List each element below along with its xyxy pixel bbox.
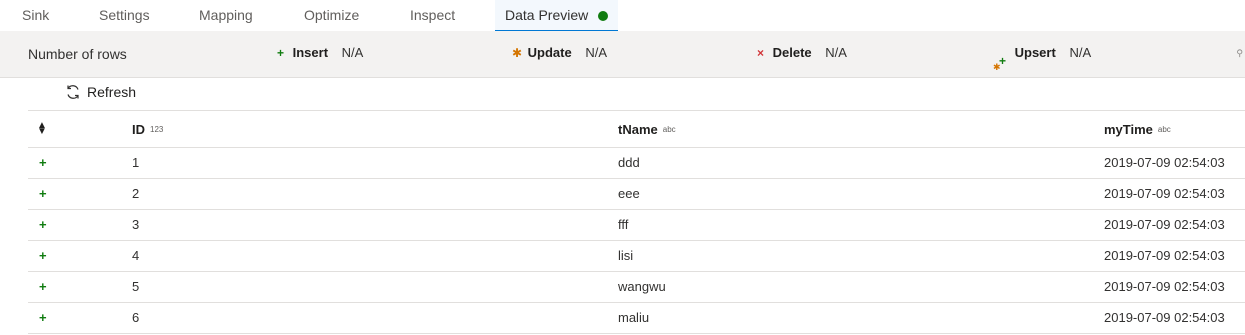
column-header-id[interactable]: ID 123 <box>132 122 163 137</box>
tab-settings[interactable]: Settings <box>99 0 150 30</box>
insert-label: Insert <box>292 45 329 60</box>
stats-bar: Number of rows + Insert N/A ✱ Update N/A… <box>0 31 1245 78</box>
refresh-label: Refresh <box>87 84 137 100</box>
tab-sink[interactable]: Sink <box>22 0 49 30</box>
update-label: Update <box>527 45 572 60</box>
insert-marker-icon: + <box>39 310 47 325</box>
x-icon: × <box>757 46 765 60</box>
column-header-mytime-label: myTime <box>1104 122 1153 137</box>
table-row: + 2 eee 2019-07-09 02:54:03 <box>28 179 1245 210</box>
cell-id: 6 <box>132 310 140 325</box>
cell-id: 1 <box>132 155 140 170</box>
update-value: N/A <box>585 45 607 60</box>
delete-label: Delete <box>772 45 812 60</box>
refresh-icon <box>67 85 79 99</box>
cell-id: 3 <box>132 217 140 232</box>
tab-mapping[interactable]: Mapping <box>199 0 253 30</box>
column-type-string: abc <box>662 125 676 134</box>
column-header-mytime[interactable]: myTime abc <box>1104 122 1171 137</box>
column-header-tname[interactable]: tName abc <box>618 122 676 137</box>
table-row: + 1 ddd 2019-07-09 02:54:03 <box>28 148 1245 179</box>
cell-id: 5 <box>132 279 140 294</box>
search-icon[interactable]: ⚲ <box>1236 48 1243 59</box>
tab-optimize[interactable]: Optimize <box>304 0 359 30</box>
cell-tname: eee <box>618 186 640 201</box>
cell-tname: maliu <box>618 310 650 325</box>
number-of-rows-label: Number of rows <box>28 46 127 62</box>
table-header-row: ▲ ▼ ID 123 tName abc myTime abc <box>28 111 1245 148</box>
tab-data-preview-label: Data Preview <box>505 7 589 23</box>
cell-id: 2 <box>132 186 140 201</box>
upsert-stat: ✱ + Upsert N/A <box>993 45 1092 72</box>
tab-bar: Sink Settings Mapping Optimize Inspect D… <box>0 0 1245 32</box>
upsert-value: N/A <box>1069 45 1092 60</box>
table-row: + 6 maliu 2019-07-09 02:54:03 <box>28 303 1245 334</box>
table-row: + 3 fff 2019-07-09 02:54:03 <box>28 210 1245 241</box>
insert-marker-icon: + <box>39 155 47 170</box>
table-row: + 5 wangwu 2019-07-09 02:54:03 <box>28 272 1245 303</box>
tab-inspect[interactable]: Inspect <box>410 0 455 30</box>
column-type-number: 123 <box>150 125 164 134</box>
column-header-id-label: ID <box>132 122 145 137</box>
insert-marker-icon: + <box>39 217 47 232</box>
cell-mytime: 2019-07-09 02:54:03 <box>1104 310 1225 325</box>
insert-marker-icon: + <box>39 186 47 201</box>
column-type-string: abc <box>1157 125 1171 134</box>
delete-value: N/A <box>825 45 847 60</box>
update-stat: ✱ Update N/A <box>512 45 607 60</box>
cell-mytime: 2019-07-09 02:54:03 <box>1104 186 1225 201</box>
upsert-label: Upsert <box>1014 45 1056 60</box>
table-row: + 4 lisi 2019-07-09 02:54:03 <box>28 241 1245 272</box>
cell-mytime: 2019-07-09 02:54:03 <box>1104 279 1225 294</box>
column-header-tname-label: tName <box>618 122 658 137</box>
refresh-button[interactable]: Refresh <box>65 84 136 100</box>
cell-mytime: 2019-07-09 02:54:03 <box>1104 155 1225 170</box>
cell-mytime: 2019-07-09 02:54:03 <box>1104 217 1225 232</box>
insert-value: N/A <box>341 45 364 60</box>
cell-tname: ddd <box>618 155 640 170</box>
tab-data-preview[interactable]: Data Preview <box>495 0 619 32</box>
cell-tname: fff <box>618 217 629 232</box>
sort-icon[interactable]: ▲ ▼ <box>37 121 47 137</box>
cell-tname: lisi <box>618 248 634 263</box>
data-preview-table: ▲ ▼ ID 123 tName abc myTime abc + 1 ddd 2019… <box>28 111 1245 334</box>
asterisk-icon: ✱ <box>512 46 523 60</box>
plus-icon: + <box>277 46 285 60</box>
cell-mytime: 2019-07-09 02:54:03 <box>1104 248 1225 263</box>
insert-stat: + Insert N/A <box>277 45 363 60</box>
cell-id: 4 <box>132 248 140 263</box>
insert-marker-icon: + <box>39 279 47 294</box>
cell-tname: wangwu <box>618 279 666 294</box>
insert-marker-icon: + <box>39 248 47 263</box>
status-dot-icon <box>598 11 609 21</box>
delete-stat: × Delete N/A <box>757 45 847 60</box>
